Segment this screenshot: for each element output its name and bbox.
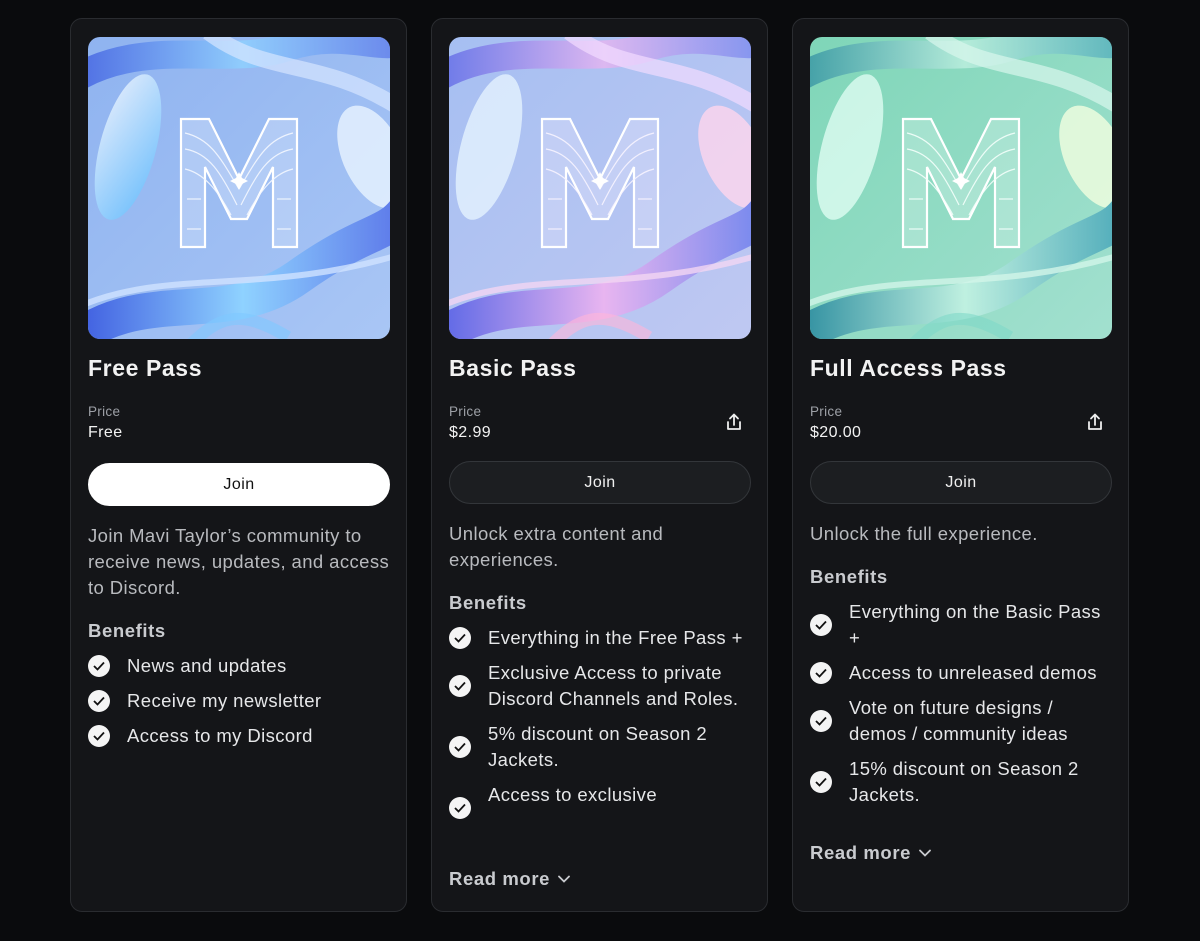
pass-artwork — [449, 37, 751, 339]
check-circle-icon — [449, 797, 471, 819]
benefit-text: News and updates — [127, 655, 287, 676]
check-circle-icon — [88, 690, 110, 712]
pass-artwork — [810, 37, 1112, 339]
read-more-button[interactable]: Read more — [810, 842, 931, 864]
price-label: Price — [810, 404, 843, 419]
join-button[interactable]: Join — [88, 463, 390, 506]
benefit-text: Access to my Discord — [127, 725, 313, 746]
benefit-item: Access to unreleased demos — [810, 660, 1115, 686]
benefit-text: Access to exclusive — [488, 784, 658, 805]
pass-card-full-access: Full Access Pass Price $20.00 Join Unloc… — [792, 18, 1129, 912]
check-circle-icon — [810, 662, 832, 684]
m-logo-icon — [449, 37, 751, 339]
pass-title: Full Access Pass — [810, 355, 1007, 381]
join-button[interactable]: Join — [449, 461, 751, 504]
share-icon[interactable] — [1084, 411, 1106, 433]
benefit-item: Receive my newsletter — [88, 688, 393, 714]
benefit-item: News and updates — [88, 653, 393, 679]
m-logo-icon — [88, 37, 390, 339]
read-more-label: Read more — [449, 868, 551, 889]
benefit-item: 5% discount on Season 2 Jackets. — [449, 721, 754, 773]
check-circle-icon — [810, 710, 832, 732]
check-circle-icon — [88, 725, 110, 747]
pass-description: Join Mavi Taylor’s community to receive … — [88, 525, 390, 598]
benefit-text: Vote on future designs / demos / communi… — [849, 697, 1068, 744]
chevron-down-icon — [558, 875, 570, 883]
join-button[interactable]: Join — [810, 461, 1112, 504]
read-more-label: Read more — [810, 842, 912, 863]
benefit-item: Access to my Discord — [88, 723, 393, 749]
price-value: Free — [88, 424, 123, 441]
benefit-text: Exclusive Access to private Discord Chan… — [488, 662, 739, 709]
benefit-text: Everything on the Basic Pass + — [849, 601, 1101, 648]
price-label: Price — [449, 404, 482, 419]
benefits-heading: Benefits — [810, 566, 888, 587]
check-circle-icon — [449, 675, 471, 697]
benefit-item: 15% discount on Season 2 Jackets. — [810, 756, 1115, 808]
check-circle-icon — [88, 655, 110, 677]
pass-artwork — [88, 37, 390, 339]
pass-card-basic: Basic Pass Price $2.99 Join Unlock extra… — [431, 18, 768, 912]
check-circle-icon — [810, 771, 832, 793]
benefits-list: Everything on the Basic Pass + Access to… — [810, 599, 1115, 817]
read-more-button[interactable]: Read more — [449, 868, 570, 890]
benefits-heading: Benefits — [88, 620, 166, 641]
pass-title: Basic Pass — [449, 355, 577, 381]
price-value: $2.99 — [449, 424, 492, 441]
benefit-item: Access to exclusive — [449, 782, 754, 819]
check-circle-icon — [449, 627, 471, 649]
check-circle-icon — [449, 736, 471, 758]
pass-title: Free Pass — [88, 355, 203, 381]
benefit-item: Everything in the Free Pass + — [449, 625, 754, 651]
benefit-text: 5% discount on Season 2 Jackets. — [488, 723, 708, 770]
pass-card-free: Free Pass Price Free Join Join Mavi Tayl… — [70, 18, 407, 912]
benefits-list: Everything in the Free Pass + Exclusive … — [449, 625, 754, 863]
benefit-text: Receive my newsletter — [127, 690, 322, 711]
benefit-item: Everything on the Basic Pass + — [810, 599, 1115, 651]
price-value: $20.00 — [810, 424, 862, 441]
pass-description: Unlock extra content and experiences. — [449, 523, 664, 570]
benefit-text: Everything in the Free Pass + — [488, 627, 743, 648]
benefits-heading: Benefits — [449, 592, 527, 613]
pass-description: Unlock the full experience. — [810, 523, 1038, 544]
benefit-item: Vote on future designs / demos / communi… — [810, 695, 1115, 747]
share-icon[interactable] — [723, 411, 745, 433]
m-logo-icon — [810, 37, 1112, 339]
price-label: Price — [88, 404, 121, 419]
chevron-down-icon — [919, 849, 931, 857]
check-circle-icon — [810, 614, 832, 636]
benefit-text: Access to unreleased demos — [849, 662, 1097, 683]
benefit-text: 15% discount on Season 2 Jackets. — [849, 758, 1079, 805]
benefit-item: Exclusive Access to private Discord Chan… — [449, 660, 754, 712]
benefits-list: News and updates Receive my newsletter A… — [88, 653, 393, 758]
